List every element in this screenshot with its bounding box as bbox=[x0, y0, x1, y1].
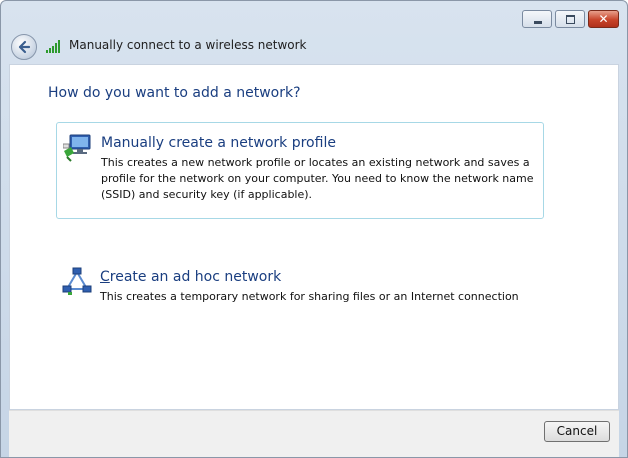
wizard-content: How do you want to add a network? Manual… bbox=[9, 64, 619, 410]
minimize-button[interactable] bbox=[522, 10, 552, 28]
back-arrow-icon bbox=[18, 40, 31, 54]
wizard-window: ✕ Manually connect to a wireless network… bbox=[0, 0, 628, 458]
ad-hoc-title-accelerator: C bbox=[100, 269, 110, 285]
manual-profile-title: Manually create a network profile bbox=[101, 135, 336, 151]
navigation-bar: Manually connect to a wireless network bbox=[1, 31, 627, 64]
wizard-footer: Cancel bbox=[9, 410, 619, 457]
close-icon: ✕ bbox=[598, 12, 609, 26]
wizard-title: Manually connect to a wireless network bbox=[69, 38, 307, 52]
cancel-button[interactable]: Cancel bbox=[544, 421, 610, 442]
ad-hoc-title-rest: reate an ad hoc network bbox=[109, 269, 282, 285]
title-bar: ✕ bbox=[1, 1, 627, 31]
manual-profile-description: This creates a new network profile or lo… bbox=[101, 156, 534, 201]
wireless-signal-icon bbox=[46, 40, 60, 53]
page-heading: How do you want to add a network? bbox=[48, 85, 301, 101]
ad-hoc-network-icon bbox=[62, 267, 92, 295]
ad-hoc-title: Create an ad hoc network bbox=[100, 269, 281, 285]
ad-hoc-option[interactable]: Create an ad hoc network This creates a … bbox=[56, 257, 544, 312]
network-profile-icon bbox=[63, 134, 91, 162]
close-button[interactable]: ✕ bbox=[588, 10, 619, 28]
ad-hoc-description: This creates a temporary network for sha… bbox=[100, 290, 519, 303]
manual-profile-option[interactable]: Manually create a network profile This c… bbox=[56, 122, 544, 219]
back-button[interactable] bbox=[11, 34, 37, 60]
maximize-icon bbox=[556, 11, 584, 27]
minimize-icon bbox=[523, 11, 551, 27]
maximize-button[interactable] bbox=[555, 10, 585, 28]
